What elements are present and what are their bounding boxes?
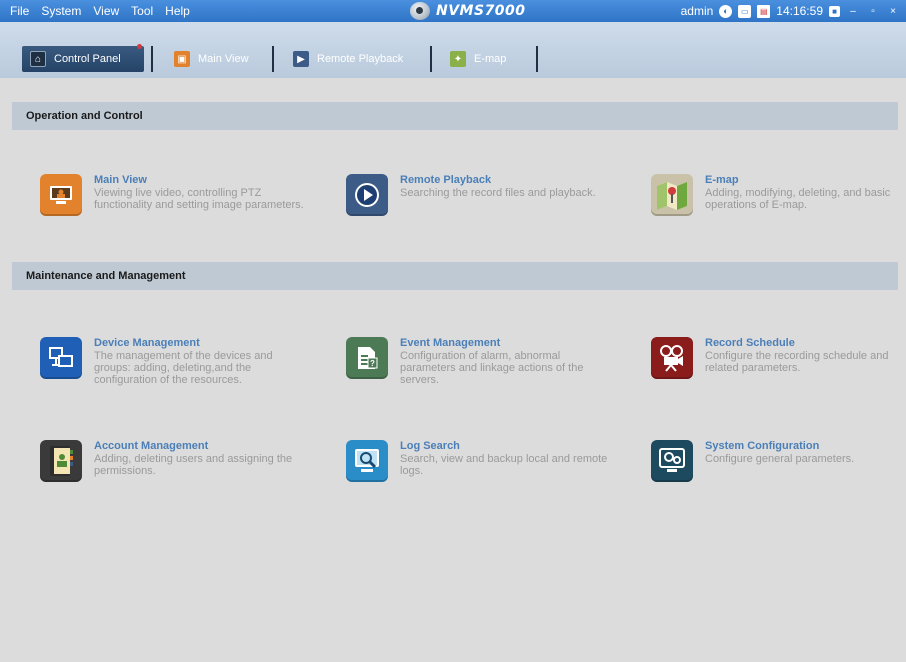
globe-icon[interactable]: ◐ bbox=[719, 4, 733, 18]
card-description: Configuration of alarm, abnormal paramet… bbox=[400, 350, 584, 386]
screen-icon[interactable]: ▭ bbox=[738, 4, 752, 18]
app-title: NVMS7000 bbox=[410, 0, 526, 22]
playback-icon: ▶ bbox=[293, 51, 309, 67]
film-camera-icon bbox=[651, 337, 693, 379]
section-title: Maintenance and Management bbox=[26, 270, 186, 282]
calendar-icon[interactable]: ▤ bbox=[757, 4, 771, 18]
camera-logo-icon bbox=[410, 2, 430, 20]
account-book-icon bbox=[40, 440, 82, 482]
tab-main-view[interactable]: ▣ Main View bbox=[166, 46, 257, 72]
tab-e-map[interactable]: ✦ E-map bbox=[442, 46, 514, 72]
tab-separator bbox=[272, 46, 274, 72]
card-title: Event Management bbox=[400, 337, 501, 349]
menu-tool[interactable]: Tool bbox=[125, 4, 159, 18]
tab-separator bbox=[151, 46, 153, 72]
card-description: Configure general parameters. bbox=[705, 453, 855, 465]
card-title: Log Search bbox=[400, 440, 460, 452]
section-maintenance-management: Maintenance and Management bbox=[12, 262, 898, 290]
card-description: Adding, deleting users and assigning the… bbox=[94, 453, 293, 477]
card-description: Viewing live video, controlling PTZ func… bbox=[94, 187, 304, 211]
card-description: Configure the recording schedule and rel… bbox=[705, 350, 889, 374]
monitor-icon bbox=[40, 174, 82, 216]
card-description: Adding, modifying, deleting, and basic o… bbox=[705, 187, 891, 211]
monitor-icon: ▣ bbox=[174, 51, 190, 67]
title-bar: File System View Tool Help NVMS7000 admi… bbox=[0, 0, 906, 22]
tab-separator bbox=[536, 46, 538, 72]
menu-bar: File System View Tool Help bbox=[0, 0, 196, 22]
tab-bar: ⌂ Control Panel ▣ Main View ▶ Remote Pla… bbox=[0, 22, 906, 78]
section-title: Operation and Control bbox=[26, 110, 143, 122]
card-title: Remote Playback bbox=[400, 174, 492, 186]
card-description: Search, view and backup local and remote… bbox=[400, 453, 608, 477]
alert-dot-icon bbox=[137, 44, 142, 49]
tab-remote-playback[interactable]: ▶ Remote Playback bbox=[285, 46, 411, 72]
tab-label: E-map bbox=[474, 53, 507, 65]
devices-icon bbox=[40, 337, 82, 379]
current-user: admin bbox=[680, 4, 714, 18]
title-status-area: admin ◐ ▭ ▤ 14:16:59 ■ – ▫ × bbox=[681, 0, 900, 22]
card-title: Record Schedule bbox=[705, 337, 795, 349]
home-icon: ⌂ bbox=[30, 51, 46, 67]
menu-file[interactable]: File bbox=[4, 4, 35, 18]
section-operation-control: Operation and Control bbox=[12, 102, 898, 130]
card-title: System Configuration bbox=[705, 440, 820, 452]
card-system-configuration[interactable]: System Configuration Configure general p… bbox=[651, 440, 906, 482]
close-button[interactable]: × bbox=[886, 4, 900, 18]
system-config-icon bbox=[651, 440, 693, 482]
card-title: Main View bbox=[94, 174, 147, 186]
map-pin-icon bbox=[651, 174, 693, 216]
card-description: The management of the devices and groups… bbox=[94, 350, 273, 386]
playback-icon bbox=[346, 174, 388, 216]
card-title: Account Management bbox=[94, 440, 209, 452]
menu-view[interactable]: View bbox=[87, 4, 125, 18]
tab-label: Control Panel bbox=[54, 53, 121, 65]
menu-system[interactable]: System bbox=[35, 4, 87, 18]
tab-control-panel[interactable]: ⌂ Control Panel bbox=[22, 46, 144, 72]
tab-label: Main View bbox=[198, 53, 249, 65]
lock-icon[interactable]: ■ bbox=[829, 5, 840, 17]
event-icon: ? bbox=[346, 337, 388, 379]
card-account-management[interactable]: Account Management Adding, deleting user… bbox=[40, 440, 310, 482]
card-main-view[interactable]: Main View Viewing live video, controllin… bbox=[40, 174, 310, 216]
card-log-search[interactable]: Log Search Search, view and backup local… bbox=[346, 440, 616, 482]
card-description: Searching the record files and playback. bbox=[400, 187, 596, 199]
app-name: NVMS7000 bbox=[436, 3, 526, 19]
minimize-button[interactable]: – bbox=[846, 4, 860, 18]
card-record-schedule[interactable]: Record Schedule Configure the recording … bbox=[651, 337, 906, 379]
map-pin-icon: ✦ bbox=[450, 51, 466, 67]
card-title: E-map bbox=[705, 174, 739, 186]
card-title: Device Management bbox=[94, 337, 200, 349]
tab-separator bbox=[430, 46, 432, 72]
log-search-icon bbox=[346, 440, 388, 482]
card-device-management[interactable]: Device Management The management of the … bbox=[40, 337, 310, 386]
svg-text:?: ? bbox=[370, 359, 375, 368]
card-event-management[interactable]: ? Event Management Configuration of alar… bbox=[346, 337, 616, 386]
tab-label: Remote Playback bbox=[317, 53, 404, 65]
menu-help[interactable]: Help bbox=[159, 4, 196, 18]
card-remote-playback[interactable]: Remote Playback Searching the record fil… bbox=[346, 174, 616, 216]
clock-time: 14:16:59 bbox=[776, 4, 823, 18]
maximize-button[interactable]: ▫ bbox=[866, 4, 880, 18]
card-e-map[interactable]: E-map Adding, modifying, deleting, and b… bbox=[651, 174, 906, 216]
